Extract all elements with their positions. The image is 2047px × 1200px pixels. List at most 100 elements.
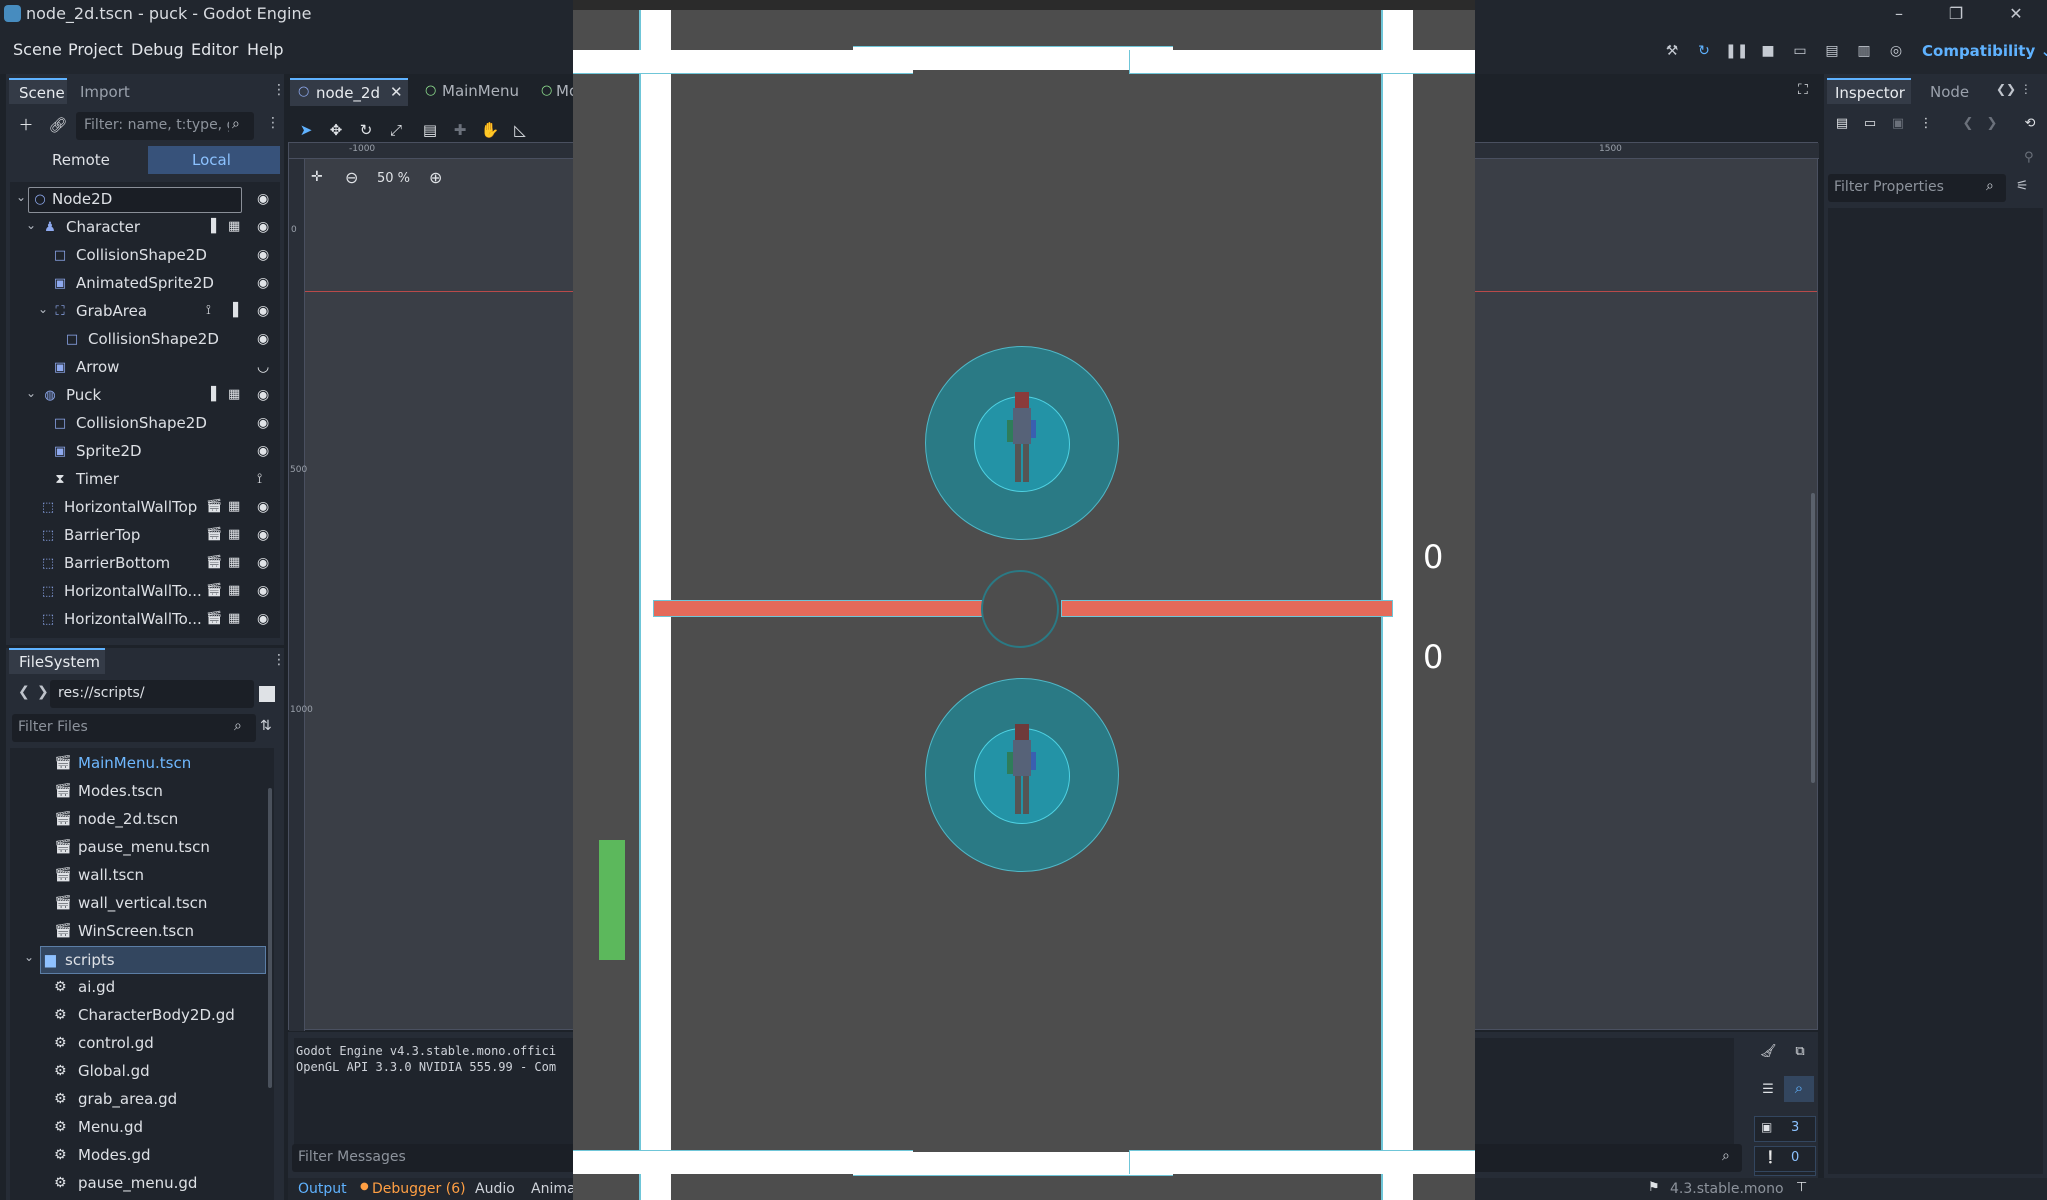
instantiate-link-icon[interactable]: 🔗︎ [46,113,70,137]
pivot-icon[interactable]: ✚ [448,118,472,142]
split-toggle-icon[interactable] [259,686,275,702]
menu-scene[interactable]: Scene [13,40,62,59]
tree-row-collisionshape2d[interactable]: □ CollisionShape2D ◉ [10,242,280,270]
visibility-eye-icon[interactable]: ◉ [257,331,269,347]
file-item-modes[interactable]: 🎬︎ Modes.tscn [10,778,270,806]
tree-row-collisionshape2d[interactable]: □ CollisionShape2D ◉ [10,326,280,354]
scene-tab[interactable]: Scene [9,78,67,104]
collapse-arrow-icon[interactable]: ⌄ [26,218,36,232]
remote-debug-icon[interactable]: ▭ [1789,40,1811,62]
group-icon[interactable]: ▦ [228,387,240,402]
tree-row-node2d[interactable]: ⌄ ○ Node2D ◉ [10,186,280,214]
select-mode-icon[interactable]: ➤ [294,118,318,142]
scrollbar[interactable] [1811,493,1815,783]
group-icon[interactable]: ▦ [228,219,240,234]
collapse-arrow-icon[interactable]: ⌄ [26,386,36,400]
group-icon[interactable]: ▦ [228,555,240,570]
run-scene-icon[interactable]: ▤ [1821,40,1843,62]
visibility-eye-icon[interactable]: ◉ [257,583,269,599]
menu-help[interactable]: Help [247,40,283,59]
group-icon[interactable]: ▦ [228,527,240,542]
tab-mainmenu[interactable]: ○ MainMenu [420,80,530,106]
tree-row-puck[interactable]: ⌄ ◍ Puck ▐ ▦ ◉ [10,382,280,410]
new-resource-icon[interactable]: ▤ [1830,112,1854,136]
visibility-eye-icon[interactable]: ◉ [257,275,269,291]
group-icon[interactable]: ▦ [228,499,240,514]
zoom-level[interactable]: 50 % [377,171,410,186]
close-tab-icon[interactable]: ✕ [390,83,403,101]
pause-icon[interactable]: ❚❚ [1725,40,1748,62]
dock-menu-icon[interactable]: ⋮ [272,652,286,668]
group-icon[interactable]: ▦ [228,611,240,626]
open-scene-icon[interactable]: 🎬︎ [206,583,223,598]
visibility-eye-icon[interactable]: ◉ [257,443,269,459]
scrollbar[interactable] [268,788,272,1088]
file-item-modesgd[interactable]: ⚙ Modes.gd [10,1142,270,1170]
menu-project[interactable]: Project [68,40,123,59]
collapse-arrow-icon[interactable]: ⌄ [24,950,34,964]
tree-row-horizontalwalltop[interactable]: ⬚ HorizontalWallTop 🎬︎ ▦ ◉ [10,494,280,522]
open-scene-icon[interactable]: 🎬︎ [206,611,223,626]
tab-debugger[interactable]: Debugger (6) [372,1181,466,1197]
open-scene-icon[interactable]: 🎬︎ [206,555,223,570]
collapse-arrow-icon[interactable]: ⌄ [16,190,26,204]
visibility-eye-icon[interactable]: ◉ [257,387,269,403]
filter-files-input[interactable]: Filter Files ⌕ [12,714,256,742]
tree-row-sprite2d[interactable]: ▣ Sprite2D ◉ [10,438,280,466]
signal-icon[interactable]: ⟟ [257,471,262,487]
property-options-icon[interactable]: ⚟ [2016,178,2029,194]
expand-panel-icon[interactable]: ⊤ [1796,1180,1807,1195]
visibility-eye-icon[interactable]: ◉ [257,191,269,207]
signal-icon[interactable]: ⟟ [206,303,211,318]
inspector-menu-icon[interactable]: ⋮ [1914,112,1938,136]
history-forward-icon[interactable]: ❯ [1980,112,2004,136]
path-field[interactable]: res://scripts/ [50,680,254,708]
filter-verbose-badge[interactable]: ❕ 0 [1754,1146,1816,1172]
open-scene-icon[interactable]: 🎬︎ [206,527,223,542]
file-item-characterbody[interactable]: ⚙ CharacterBody2D.gd [10,1002,270,1030]
tree-row-graberea[interactable]: ⌄ ⛶ GrabArea ⟟ ▐ ◉ [10,298,280,326]
tab-modes[interactable]: ○ Mo [538,80,578,106]
scene-filter-input[interactable]: Filter: name, t:type, g: ⌕ [76,112,254,140]
visibility-eye-icon[interactable]: ◉ [257,527,269,543]
visibility-eye-icon[interactable]: ◉ [257,415,269,431]
sort-icon[interactable]: ⇅ [260,718,272,734]
open-scene-icon[interactable]: 🎬︎ [206,499,223,514]
file-item-ai[interactable]: ⚙ ai.gd [10,974,270,1002]
menu-debug[interactable]: Debug [131,40,184,59]
tree-row-barriertop[interactable]: ⬚ BarrierTop 🎬︎ ▦ ◉ [10,522,280,550]
script-icon[interactable]: ▐ [228,303,238,318]
tab-output[interactable]: Output [298,1181,347,1197]
dock-arrows-icon[interactable]: ❮❯ ⋮ [1996,82,2032,96]
forward-arrow-icon[interactable]: ❯ [37,684,49,700]
filter-properties-input[interactable]: Filter Properties ⌕ [1828,174,2006,202]
game-window[interactable]: 0 0 [573,0,1475,1200]
file-item-pausemenu[interactable]: 🎬︎ pause_menu.tscn [10,834,270,862]
collapse-arrow-icon[interactable]: ⌄ [38,302,48,316]
clear-output-icon[interactable]: 🧹︎ [1756,1040,1780,1064]
visibility-eye-icon[interactable]: ◉ [257,555,269,571]
file-item-pausemenugd[interactable]: ⚙ pause_menu.gd [10,1170,270,1198]
file-item-mainmenu[interactable]: 🎬︎ MainMenu.tscn [10,750,270,778]
file-item-menu[interactable]: ⚙ Menu.gd [10,1114,270,1142]
node-tab[interactable]: Node [1930,83,1969,101]
maximize-button[interactable]: ❐ [1941,2,1971,26]
minimize-button[interactable]: – [1884,2,1914,26]
folder-item-scripts[interactable]: ▆ scripts [40,946,266,974]
distraction-free-icon[interactable]: ⛶ [1798,82,1808,98]
move-mode-icon[interactable]: ✥ [324,118,348,142]
tab-animation[interactable]: Anima [531,1181,576,1197]
inspector-tab[interactable]: Inspector [1827,78,1911,104]
tree-row-arrow[interactable]: ▣ Arrow ◡ [10,354,280,382]
visibility-eye-icon[interactable]: ◉ [257,499,269,515]
file-item-node2d[interactable]: 🎬︎ node_2d.tscn [10,806,270,834]
ruler-icon[interactable]: ◺ [508,118,532,142]
search-toggle-icon[interactable]: ⌕ [1784,1076,1814,1102]
tree-row-horizontalwall[interactable]: ⬚ HorizontalWallTo... 🎬︎ ▦ ◉ [10,606,280,634]
tree-row-collisionshape2d[interactable]: □ CollisionShape2D ◉ [10,410,280,438]
close-button[interactable]: ✕ [2001,2,2031,26]
script-icon[interactable]: ▐ [206,387,216,402]
run-custom-scene-icon[interactable]: ▥ [1853,40,1875,62]
hidden-eye-icon[interactable]: ◡ [257,359,269,375]
menu-editor[interactable]: Editor [191,40,238,59]
